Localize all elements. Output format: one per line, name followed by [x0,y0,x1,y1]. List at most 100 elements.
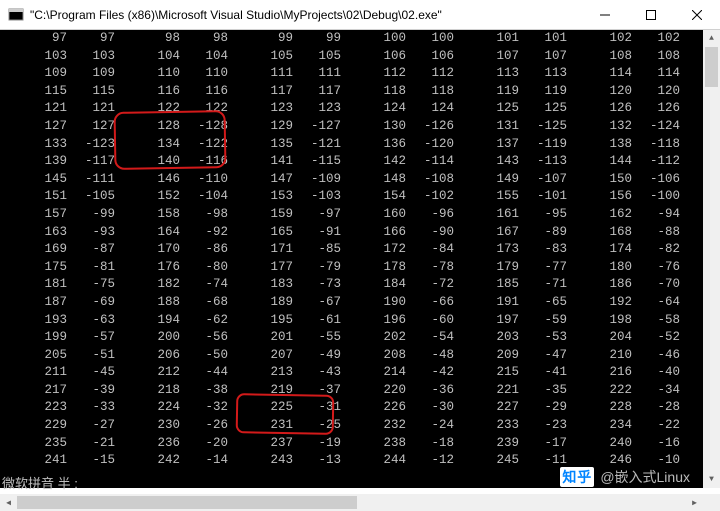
value-pair: 216-40 [567,364,680,382]
value-pair: 213-43 [228,364,341,382]
value-pair: 203-53 [454,329,567,347]
value-pair: 103103 [2,48,115,66]
window-title: "C:\Program Files (x86)\Microsoft Visual… [30,8,582,22]
value-pair: 236-20 [115,435,228,453]
value-pair: 243-13 [228,452,341,470]
value-pair: 224-32 [115,399,228,417]
value-pair: 158-98 [115,206,228,224]
output-row: 223-33224-32225-31226-30227-29228-28 [2,399,720,417]
value-pair: 201-55 [228,329,341,347]
value-pair: 107107 [454,48,567,66]
value-pair: 208-48 [341,347,454,365]
value-pair: 154-102 [341,188,454,206]
value-pair: 227-29 [454,399,567,417]
value-pair: 194-62 [115,312,228,330]
value-pair: 220-36 [341,382,454,400]
value-pair: 166-90 [341,224,454,242]
close-button[interactable] [674,0,720,30]
watermark: 知乎 @嵌入式Linux [560,467,690,487]
value-pair: 133-123 [2,136,115,154]
output-row: 145-111146-110147-109148-108149-107150-1… [2,171,720,189]
scroll-right-arrow[interactable]: ▶ [686,494,703,511]
output-row: 199-57200-56201-55202-54203-53204-52 [2,329,720,347]
output-row: 109109110110111111112112113113114114 [2,65,720,83]
value-pair: 218-38 [115,382,228,400]
value-pair: 129-127 [228,118,341,136]
value-pair: 179-77 [454,259,567,277]
value-pair: 169-87 [2,241,115,259]
value-pair: 111111 [228,65,341,83]
value-pair: 155-101 [454,188,567,206]
value-pair: 132-124 [567,118,680,136]
vscroll-track[interactable] [703,47,720,471]
value-pair: 200-56 [115,329,228,347]
value-pair: 233-23 [454,417,567,435]
value-pair: 178-78 [341,259,454,277]
minimize-button[interactable] [582,0,628,30]
value-pair: 148-108 [341,171,454,189]
value-pair: 121121 [2,100,115,118]
hscroll-thumb[interactable] [17,496,357,509]
value-pair: 185-71 [454,276,567,294]
value-pair: 117117 [228,83,341,101]
value-pair: 215-41 [454,364,567,382]
value-pair: 204-52 [567,329,680,347]
value-pair: 128-128 [115,118,228,136]
value-pair: 211-45 [2,364,115,382]
value-pair: 192-64 [567,294,680,312]
value-pair: 235-21 [2,435,115,453]
value-pair: 210-46 [567,347,680,365]
value-pair: 241-15 [2,452,115,470]
value-pair: 140-116 [115,153,228,171]
value-pair: 214-42 [341,364,454,382]
vertical-scrollbar[interactable]: ▲ ▼ [703,30,720,488]
value-pair: 138-118 [567,136,680,154]
value-pair: 196-60 [341,312,454,330]
value-pair: 242-14 [115,452,228,470]
horizontal-scrollbar[interactable]: ◀ ▶ [0,494,703,511]
value-pair: 190-66 [341,294,454,312]
output-row: 211-45212-44213-43214-42215-41216-40 [2,364,720,382]
value-pair: 198-58 [567,312,680,330]
hscroll-track[interactable] [17,494,686,511]
value-pair: 193-63 [2,312,115,330]
scroll-left-arrow[interactable]: ◀ [0,494,17,511]
value-pair: 104104 [115,48,228,66]
maximize-button[interactable] [628,0,674,30]
console-output: 9797989899991001001011011021021031031041… [0,30,720,488]
value-pair: 176-80 [115,259,228,277]
output-row: 979798989999100100101101102102 [2,30,720,48]
value-pair: 126126 [567,100,680,118]
value-pair: 9898 [115,30,228,48]
output-row: 127127128-128129-127130-126131-125132-12… [2,118,720,136]
scroll-down-arrow[interactable]: ▼ [703,471,720,488]
value-pair: 119119 [454,83,567,101]
value-pair: 150-106 [567,171,680,189]
vscroll-thumb[interactable] [705,47,718,87]
value-pair: 161-95 [454,206,567,224]
value-pair: 238-18 [341,435,454,453]
value-pair: 168-88 [567,224,680,242]
output-row: 115115116116117117118118119119120120 [2,83,720,101]
value-pair: 221-35 [454,382,567,400]
value-pair: 170-86 [115,241,228,259]
value-pair: 188-68 [115,294,228,312]
value-pair: 202-54 [341,329,454,347]
value-pair: 222-34 [567,382,680,400]
value-pair: 149-107 [454,171,567,189]
value-pair: 184-72 [341,276,454,294]
value-pair: 160-96 [341,206,454,224]
value-pair: 197-59 [454,312,567,330]
value-pair: 231-25 [228,417,341,435]
value-pair: 217-39 [2,382,115,400]
value-pair: 189-67 [228,294,341,312]
value-pair: 109109 [2,65,115,83]
value-pair: 146-110 [115,171,228,189]
value-pair: 173-83 [454,241,567,259]
value-pair: 206-50 [115,347,228,365]
value-pair: 110110 [115,65,228,83]
window-controls [582,0,720,29]
scroll-up-arrow[interactable]: ▲ [703,30,720,47]
value-pair: 182-74 [115,276,228,294]
value-pair: 137-119 [454,136,567,154]
